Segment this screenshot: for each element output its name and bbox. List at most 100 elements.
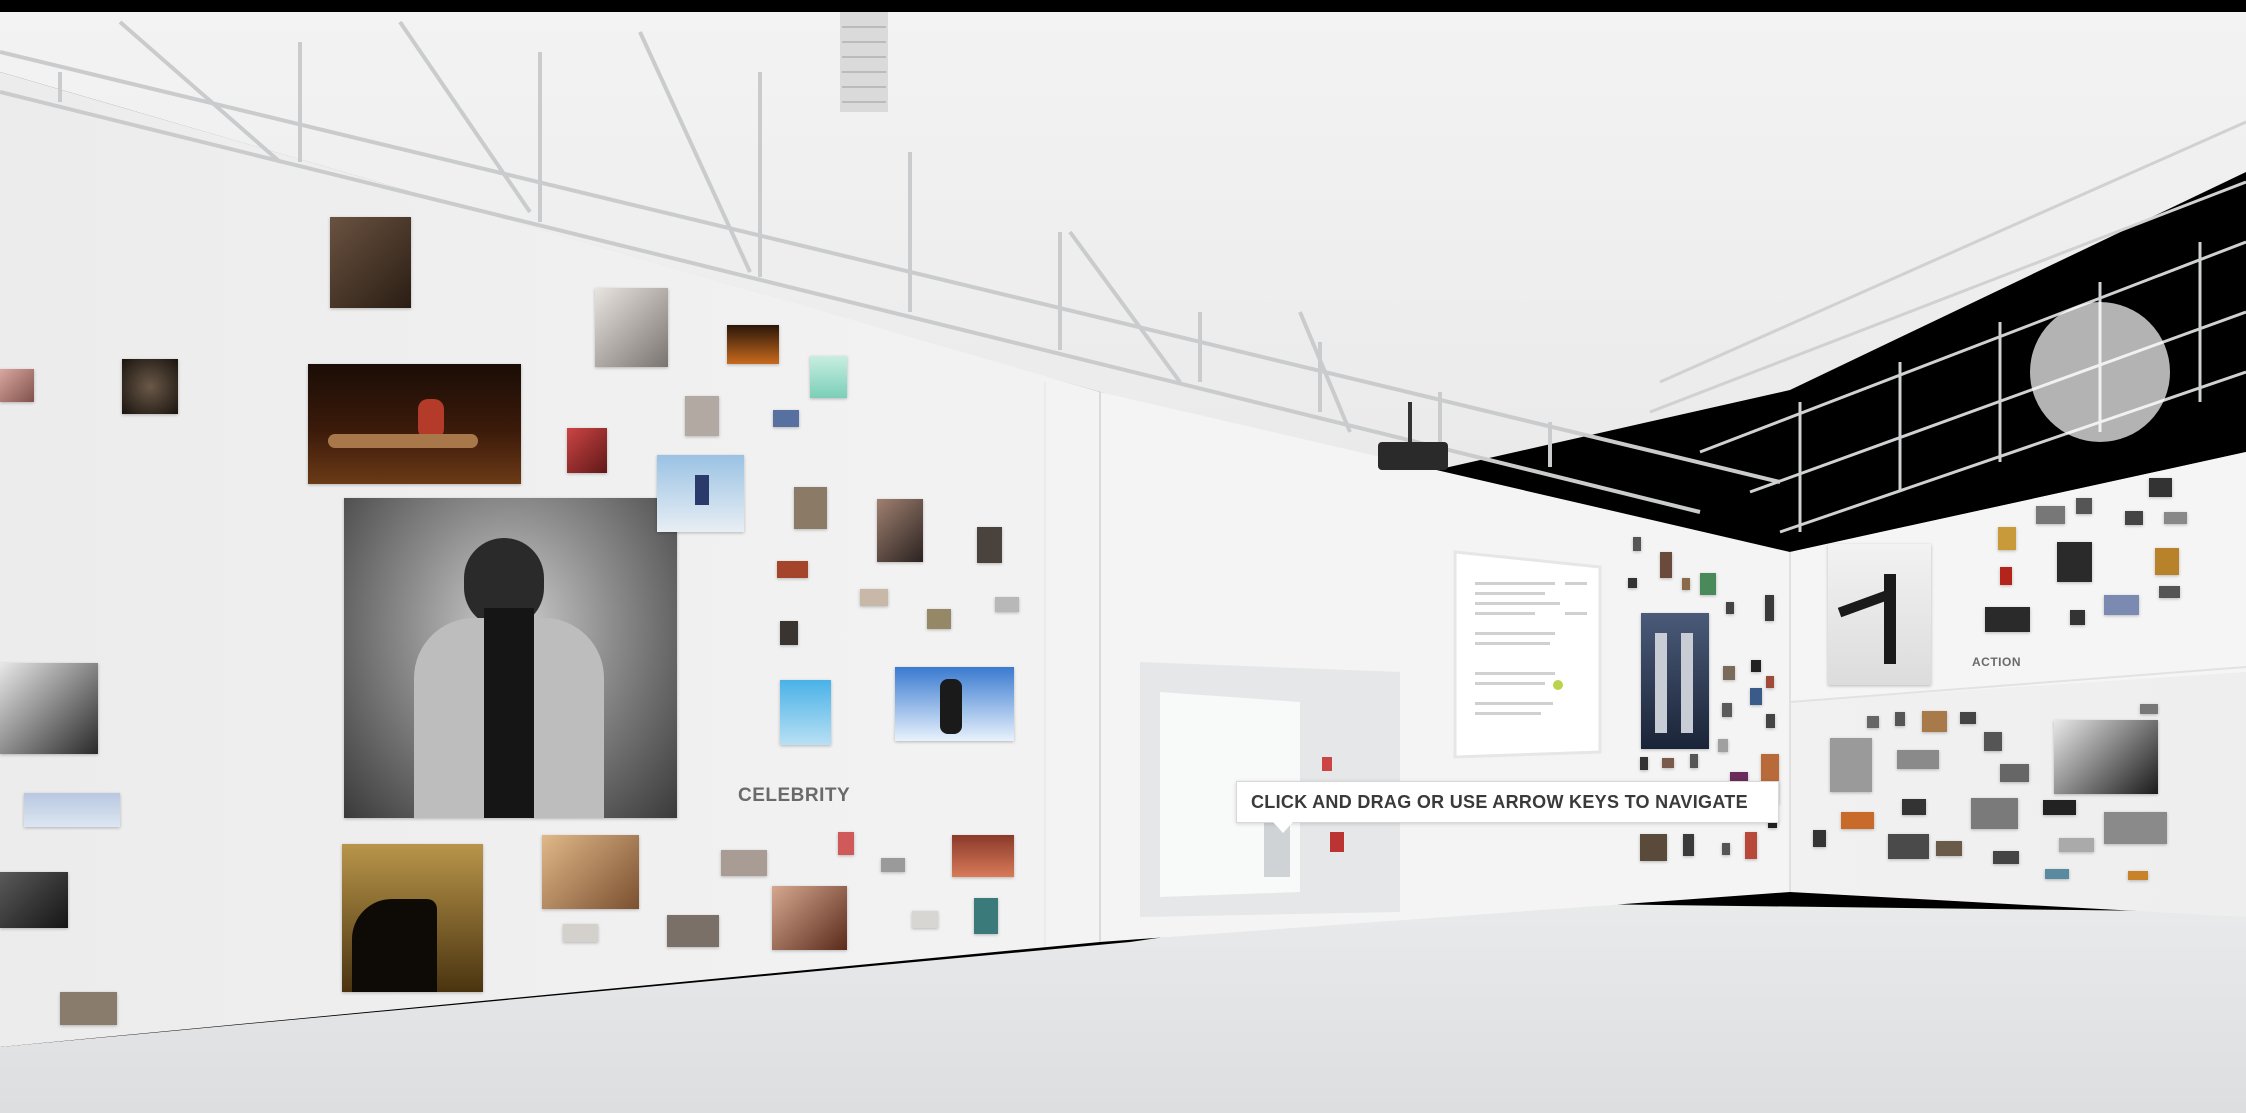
photo-sky-strip[interactable]	[24, 793, 120, 827]
photo-red-edge[interactable]	[0, 369, 34, 402]
photo-far-8[interactable]	[1723, 666, 1735, 680]
photo-right-4[interactable]	[2125, 511, 2143, 525]
top-black-bar	[0, 0, 2246, 12]
photo-small-desk[interactable]	[60, 992, 117, 1025]
photo-right-29[interactable]	[2045, 869, 2069, 879]
photo-small-brown[interactable]	[794, 487, 827, 529]
photo-right-12[interactable]	[1985, 607, 2030, 632]
photo-tiny-white2[interactable]	[563, 924, 598, 942]
navigation-hint-text: CLICK AND DRAG OR USE ARROW KEYS TO NAVI…	[1251, 791, 1748, 812]
photo-right-21[interactable]	[1902, 799, 1926, 815]
photo-singer-sky[interactable]	[895, 667, 1014, 741]
photo-tiny-bw[interactable]	[995, 597, 1019, 612]
photo-right-8[interactable]	[2155, 548, 2179, 575]
photo-right-30[interactable]	[2128, 871, 2148, 880]
photo-tiny-red2[interactable]	[838, 832, 854, 855]
photo-right-33[interactable]	[2140, 704, 2158, 714]
photo-far-23[interactable]	[1722, 843, 1730, 855]
photo-far-9[interactable]	[1751, 660, 1761, 672]
photo-tiny-teal[interactable]	[974, 898, 998, 934]
photo-tiny-face[interactable]	[721, 850, 767, 876]
photo-right-15[interactable]	[1897, 750, 1939, 769]
photo-far-17[interactable]	[1640, 757, 1648, 770]
gallery-scene[interactable]: CELEBRITY ACTION	[0, 12, 2246, 1113]
photo-far-22[interactable]	[1745, 832, 1757, 859]
photo-right-13[interactable]	[2070, 610, 2085, 625]
photo-dark-edge[interactable]	[0, 872, 68, 928]
ceiling-projector	[1378, 442, 1448, 470]
photo-tiny-group[interactable]	[667, 915, 719, 947]
photo-far-3[interactable]	[1633, 537, 1641, 551]
photo-far-16[interactable]	[1718, 739, 1728, 752]
photo-far-7[interactable]	[1765, 595, 1774, 621]
photo-right-31[interactable]	[1813, 830, 1826, 847]
photo-right-16[interactable]	[1984, 732, 2002, 751]
photo-far-4[interactable]	[1628, 578, 1637, 588]
photo-woman-dark[interactable]	[877, 499, 923, 562]
photo-red-singer[interactable]	[567, 428, 607, 473]
photo-right-17[interactable]	[1960, 712, 1976, 724]
photo-far-5[interactable]	[1682, 578, 1690, 590]
photo-far-20[interactable]	[1640, 834, 1667, 861]
photo-right-10[interactable]	[2159, 586, 2180, 598]
photo-right-9[interactable]	[2000, 567, 2012, 585]
photo-right-5[interactable]	[2164, 512, 2187, 524]
photo-child-face[interactable]	[595, 288, 668, 367]
photo-right-18[interactable]	[2000, 764, 2029, 782]
photo-right-26[interactable]	[1936, 841, 1962, 856]
photo-portrait-large[interactable]	[344, 498, 677, 818]
photo-right-28[interactable]	[2059, 838, 2094, 852]
photo-dancer-stage[interactable]	[308, 364, 521, 484]
photo-tiny-bw2[interactable]	[881, 858, 905, 872]
photo-right-3[interactable]	[2036, 506, 2065, 524]
photo-far-13[interactable]	[1766, 714, 1775, 728]
photo-right-27[interactable]	[1993, 851, 2019, 864]
photo-two-figures-blue[interactable]	[1641, 613, 1709, 749]
photo-tiny-dark[interactable]	[780, 621, 798, 645]
photo-jumper-sky[interactable]	[780, 680, 831, 745]
photo-right-25[interactable]	[1888, 834, 1929, 859]
photo-right-34[interactable]	[1867, 716, 1879, 728]
photo-right-20[interactable]	[1841, 812, 1874, 829]
photo-right-1[interactable]	[2149, 478, 2172, 497]
panorama-viewer[interactable]: CELEBRITY ACTION CLICK AND DRAG OR USE A…	[0, 0, 2246, 1113]
photo-far-19[interactable]	[1690, 754, 1698, 768]
photo-right-24[interactable]	[2104, 812, 2167, 844]
photo-far-21[interactable]	[1683, 834, 1694, 856]
photo-man-portrait[interactable]	[330, 217, 411, 308]
photo-tiny-pale[interactable]	[912, 911, 938, 928]
photo-right-2[interactable]	[2076, 498, 2092, 514]
photo-far-12[interactable]	[1750, 688, 1762, 705]
photo-far-2[interactable]	[1700, 573, 1716, 595]
photo-tiny-olive[interactable]	[927, 609, 951, 629]
photo-couple-kiss[interactable]	[2054, 720, 2158, 794]
photo-dancer-leg-up[interactable]	[1828, 544, 1931, 685]
photo-far-1[interactable]	[1660, 552, 1672, 578]
photo-small-dark[interactable]	[977, 527, 1002, 563]
photo-small-gray[interactable]	[685, 396, 719, 436]
photo-far-18[interactable]	[1662, 758, 1674, 768]
photo-bw-edge[interactable]	[0, 663, 98, 754]
photo-cyan-figure[interactable]	[810, 356, 847, 398]
photo-skater-blue[interactable]	[657, 455, 744, 532]
photo-far-11[interactable]	[1766, 676, 1774, 688]
photo-far-10[interactable]	[1722, 703, 1732, 717]
photo-small-blue[interactable]	[773, 410, 799, 427]
photo-right-11[interactable]	[2104, 595, 2139, 615]
photo-tiny-white[interactable]	[860, 589, 888, 606]
photo-right-14[interactable]	[1830, 738, 1872, 792]
photo-sunset[interactable]	[727, 325, 779, 364]
photo-right-23[interactable]	[2043, 800, 2076, 815]
photo-bearded-man[interactable]	[772, 886, 847, 950]
photo-bird-silhouette[interactable]	[342, 844, 483, 992]
photo-right-7[interactable]	[2057, 542, 2092, 582]
photo-right-32[interactable]	[1895, 712, 1905, 726]
photo-tiny-red[interactable]	[777, 561, 808, 578]
photo-far-6[interactable]	[1726, 602, 1734, 614]
photo-dark-dancer[interactable]	[122, 359, 178, 414]
photo-table-scene[interactable]	[952, 835, 1014, 877]
photo-right-19[interactable]	[1922, 711, 1947, 732]
photo-two-women[interactable]	[542, 835, 639, 909]
photo-right-22[interactable]	[1971, 798, 2018, 829]
photo-right-6[interactable]	[1998, 527, 2016, 550]
